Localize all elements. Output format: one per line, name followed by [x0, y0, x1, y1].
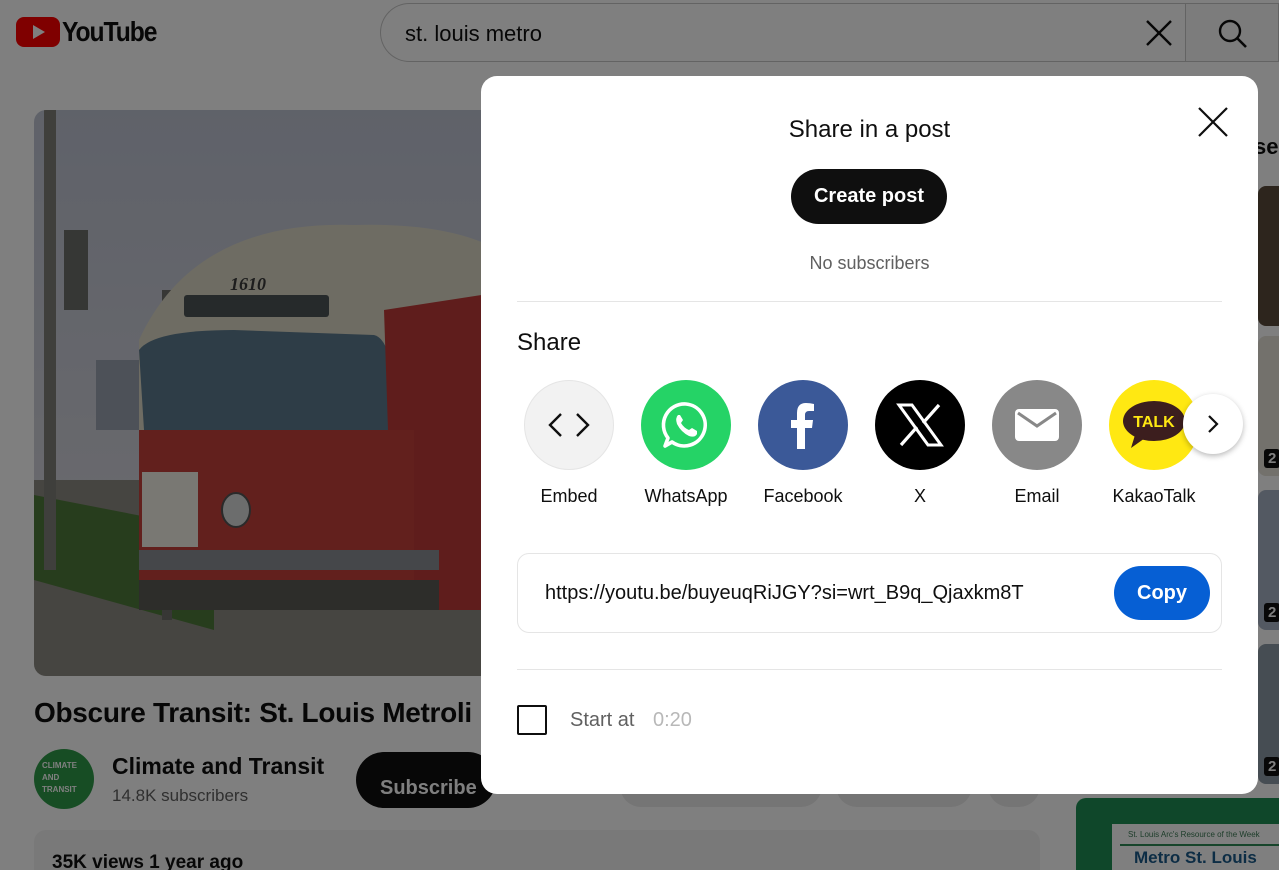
copy-button[interactable]: Copy — [1114, 566, 1210, 620]
share-target-label: Facebook — [763, 486, 843, 506]
share-url[interactable]: https://youtu.be/buyeuqRiJGY?si=wrt_B9q_… — [545, 582, 1024, 605]
share-target-email[interactable]: Email — [982, 380, 1092, 507]
subscriber-status: No subscribers — [809, 253, 930, 273]
next-targets-button[interactable] — [1183, 394, 1243, 454]
share-target-label: KakaoTalk — [1112, 486, 1196, 506]
whatsapp-icon — [641, 380, 731, 470]
share-target-label: Embed — [540, 486, 598, 506]
start-at-label: Start at — [570, 709, 635, 731]
create-post-button[interactable]: Create post — [791, 169, 947, 224]
share-dialog: Share in a post Create post No subscribe… — [481, 76, 1258, 794]
share-target-embed[interactable]: Embed — [514, 380, 624, 507]
dialog-title: Share in a post — [788, 116, 951, 143]
share-target-label: X — [913, 486, 926, 506]
start-at-checkbox[interactable] — [517, 705, 547, 735]
share-target-facebook[interactable]: Facebook — [748, 380, 858, 507]
x-icon — [875, 380, 965, 470]
share-heading: Share — [517, 329, 582, 356]
share-target-x[interactable]: X — [865, 380, 975, 507]
divider — [517, 301, 1222, 302]
start-at-time-input[interactable]: 0:20 — [653, 709, 692, 732]
facebook-icon — [758, 380, 848, 470]
divider — [517, 669, 1222, 670]
kakaotalk-badge: TALK — [1133, 414, 1175, 431]
email-icon — [992, 380, 1082, 470]
embed-icon — [524, 380, 614, 470]
share-target-whatsapp[interactable]: WhatsApp — [631, 380, 741, 507]
share-target-label: WhatsApp — [644, 486, 728, 506]
share-target-label: Email — [1014, 486, 1060, 506]
chevron-right-icon — [1208, 415, 1219, 433]
share-url-field[interactable]: https://youtu.be/buyeuqRiJGY?si=wrt_B9q_… — [517, 553, 1222, 633]
